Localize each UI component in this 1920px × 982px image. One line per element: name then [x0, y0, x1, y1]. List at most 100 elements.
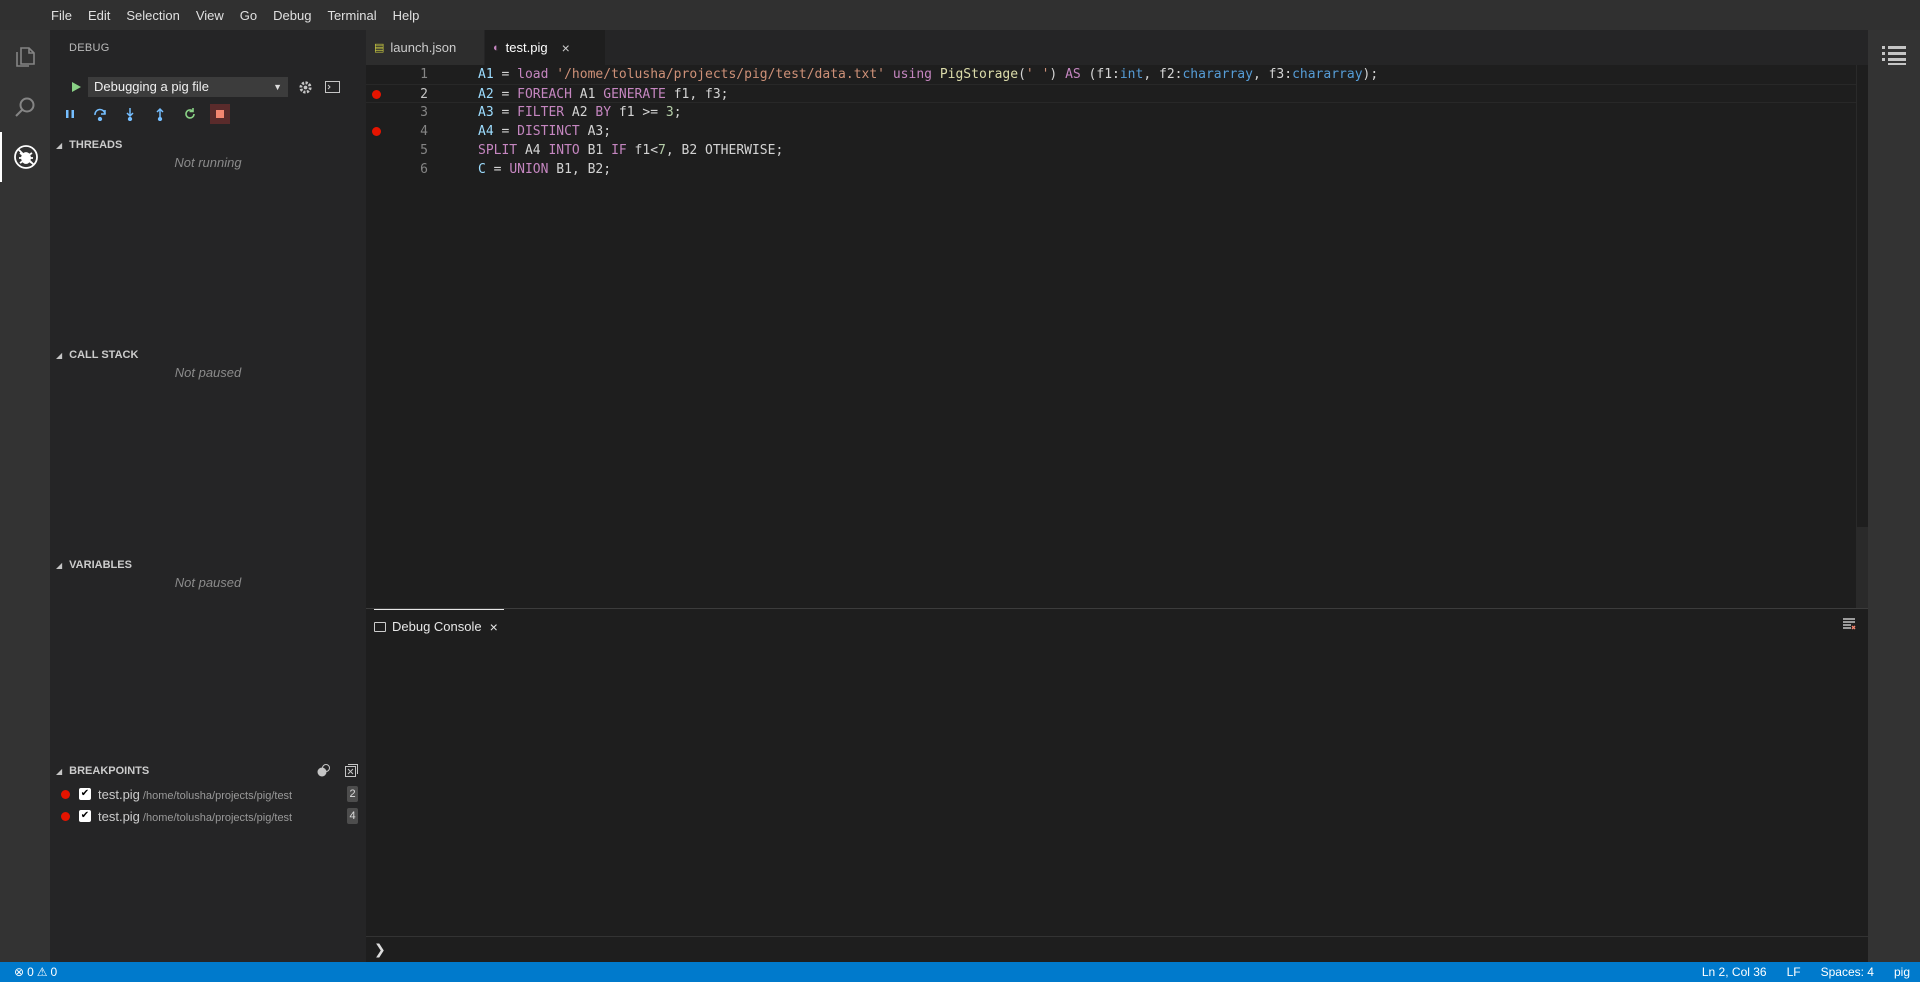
menu-debug[interactable]: Debug	[273, 8, 311, 23]
line-number: 5	[420, 143, 428, 158]
variables-title: VARIABLES	[69, 559, 132, 571]
step-into-icon[interactable]	[120, 104, 140, 124]
pause-icon[interactable]	[60, 104, 80, 124]
error-icon: ⊗	[14, 965, 25, 979]
debug-config-select[interactable]: Debugging a pig file ▼	[88, 77, 288, 97]
editor-scrollbar[interactable]	[1856, 65, 1868, 608]
breakpoint-path: /home/tolusha/projects/pig/test	[142, 811, 293, 824]
collapse-triangle-icon: ◢	[56, 766, 63, 776]
breakpoint-checkbox[interactable]: ✔	[79, 810, 91, 822]
close-icon[interactable]: ×	[490, 619, 498, 635]
menu-terminal[interactable]: Terminal	[327, 8, 376, 23]
close-icon[interactable]: ×	[562, 40, 570, 56]
breakpoint-path: /home/tolusha/projects/pig/test	[142, 789, 293, 802]
outline-icon[interactable]	[1882, 44, 1906, 66]
line-number: 4	[420, 124, 428, 139]
step-out-icon[interactable]	[150, 104, 170, 124]
sidebar-title: DEBUG	[69, 42, 110, 54]
breakpoint-dot-icon[interactable]	[372, 90, 381, 99]
debug-step-toolbar	[60, 104, 230, 126]
right-side-bar	[1868, 30, 1920, 962]
code-editor[interactable]: 1 A1 = load '/home/tolusha/projects/pig/…	[366, 65, 1868, 608]
tab-debug-console[interactable]: Debug Console ×	[374, 609, 504, 643]
remove-all-breakpoints-icon[interactable]	[344, 763, 360, 779]
tab-test-pig[interactable]: ◐ test.pig ×	[485, 30, 605, 65]
console-icon	[374, 621, 386, 632]
indentation[interactable]: Spaces: 4	[1821, 965, 1874, 979]
prompt-chevron-icon: ❯	[374, 941, 386, 957]
gear-icon[interactable]	[295, 77, 315, 97]
code-text: C = UNION B1, B2;	[478, 162, 612, 177]
start-debugging-button[interactable]	[66, 77, 86, 97]
code-line-current: 2 A2 = FOREACH A1 GENERATE f1, f3;	[366, 84, 1856, 103]
breakpoint-dot-icon	[61, 789, 70, 799]
menu-file[interactable]: File	[51, 8, 72, 23]
collapse-triangle-icon: ◢	[56, 350, 63, 360]
search-icon[interactable]	[0, 82, 50, 132]
call-stack-status: Not paused	[174, 365, 242, 380]
breakpoint-line-badge: 4	[347, 808, 358, 824]
warning-count: 0	[50, 965, 58, 979]
editor-tabs: ▤ launch.json ◐ test.pig ×	[366, 30, 1868, 65]
tab-label: test.pig	[505, 40, 548, 55]
stop-icon[interactable]	[210, 104, 230, 124]
breakpoint-dot-icon[interactable]	[372, 127, 381, 136]
threads-status: Not running	[174, 155, 242, 170]
open-console-icon[interactable]	[322, 77, 342, 97]
problems-indicator[interactable]: ⊗ 0 ⚠ 0	[14, 965, 57, 979]
variables-section-header[interactable]: ◢ VARIABLES	[50, 554, 366, 576]
menu-edit[interactable]: Edit	[88, 8, 110, 23]
language-mode[interactable]: pig	[1894, 965, 1910, 979]
line-number: 2	[420, 87, 428, 102]
breakpoint-checkbox[interactable]: ✔	[79, 788, 91, 800]
tab-launch-json[interactable]: ▤ launch.json	[366, 30, 484, 65]
debug-config-value: Debugging a pig file	[94, 79, 209, 94]
menu-go[interactable]: Go	[240, 8, 257, 23]
code-text: A1 = load '/home/tolusha/projects/pig/te…	[478, 67, 1379, 82]
breakpoint-item[interactable]: ✔ test.pig/home/tolusha/projects/pig/tes…	[50, 805, 366, 827]
debug-console-input[interactable]: ❯	[366, 936, 1868, 963]
pig-file-icon: ◐	[493, 41, 500, 54]
threads-section-header[interactable]: ◢ THREADS	[50, 134, 366, 156]
status-right-group: Ln 2, Col 36 LF Spaces: 4 pig	[1702, 965, 1910, 979]
code-line: 5 SPLIT A4 INTO B1 IF f1<7, B2 OTHERWISE…	[366, 141, 1856, 160]
restart-icon[interactable]	[180, 104, 200, 124]
menu-selection[interactable]: Selection	[126, 8, 179, 23]
end-of-line[interactable]: LF	[1787, 965, 1801, 979]
debug-config-row: Debugging a pig file ▼	[50, 72, 366, 102]
call-stack-section-header[interactable]: ◢ CALL STACK	[50, 344, 366, 366]
code-line: 6 C = UNION B1, B2;	[366, 160, 1856, 179]
menu-view[interactable]: View	[196, 8, 224, 23]
code-text: A3 = FILTER A2 BY f1 >= 3;	[478, 105, 682, 120]
activity-bar	[0, 30, 50, 962]
breakpoint-file: test.pig	[98, 786, 140, 802]
breakpoint-file: test.pig	[98, 808, 140, 824]
menu-help[interactable]: Help	[393, 8, 420, 23]
menu-bar: File Edit Selection View Go Debug Termin…	[0, 0, 1920, 30]
debug-icon[interactable]	[0, 132, 50, 182]
json-file-icon: ▤	[374, 42, 385, 54]
variables-status: Not paused	[174, 575, 242, 590]
step-over-icon[interactable]	[90, 104, 110, 124]
line-number: 1	[420, 67, 428, 82]
call-stack-title: CALL STACK	[69, 349, 139, 361]
code-text: A2 = FOREACH A1 GENERATE f1, f3;	[478, 87, 729, 102]
clear-console-icon[interactable]	[1842, 617, 1858, 633]
explorer-icon[interactable]	[0, 32, 50, 82]
breakpoint-dot-icon	[61, 811, 70, 821]
code-text: SPLIT A4 INTO B1 IF f1<7, B2 OTHERWISE;	[478, 143, 784, 158]
breakpoint-line-badge: 2	[347, 786, 358, 802]
editor-scrollbar-thumb[interactable]	[1856, 527, 1868, 608]
tab-label: launch.json	[390, 40, 457, 55]
chevron-down-icon: ▼	[273, 82, 282, 92]
code-line: 4 A4 = DISTINCT A3;	[366, 122, 1856, 141]
breakpoint-item[interactable]: ✔ test.pig/home/tolusha/projects/pig/tes…	[50, 783, 366, 805]
code-line: 1 A1 = load '/home/tolusha/projects/pig/…	[366, 65, 1856, 84]
error-count: 0	[27, 965, 34, 979]
toggle-breakpoints-icon[interactable]	[316, 763, 332, 779]
play-icon	[72, 82, 81, 92]
cursor-position[interactable]: Ln 2, Col 36	[1702, 965, 1767, 979]
status-bar: ⊗ 0 ⚠ 0 Ln 2, Col 36 LF Spaces: 4 pig	[0, 962, 1920, 982]
warning-icon: ⚠	[36, 965, 48, 979]
debug-console-panel: Debug Console × ❯	[366, 608, 1868, 962]
